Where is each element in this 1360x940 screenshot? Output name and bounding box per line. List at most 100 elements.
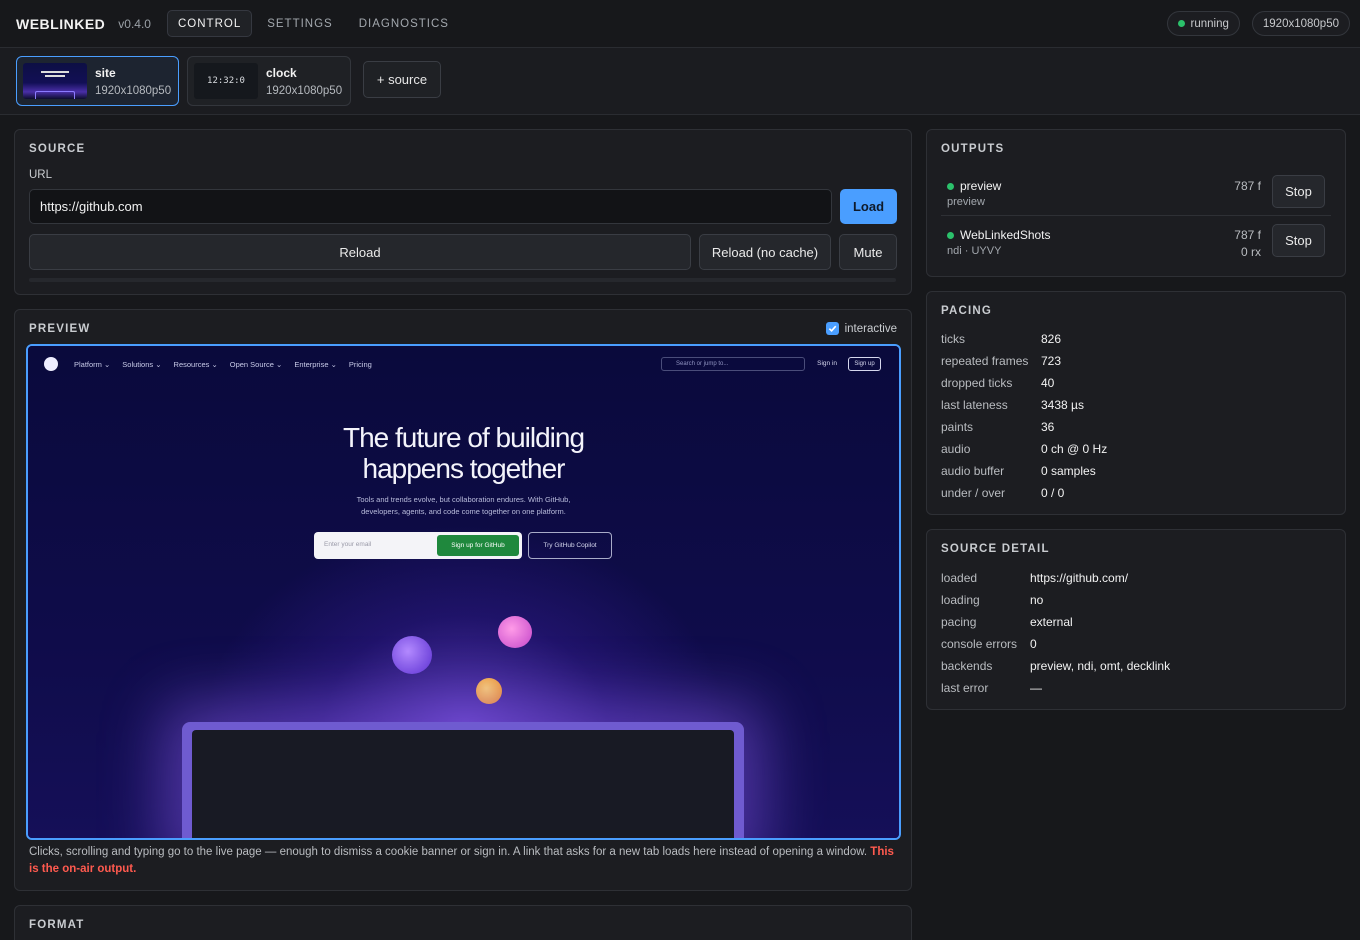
source-panel-title: SOURCE <box>29 143 86 155</box>
github-logo-icon[interactable] <box>44 357 58 371</box>
preview-note-text: Clicks, scrolling and typing go to the l… <box>29 846 868 858</box>
output-sub: ndi · UYVY <box>947 245 1002 257</box>
load-progress-bar <box>29 278 896 282</box>
source-detail-title: SOURCE DETAIL <box>941 543 1050 555</box>
output-frames: 787 f <box>1234 179 1261 193</box>
site-search-placeholder: Search or jump to... <box>676 361 729 367</box>
site-nav-item[interactable]: Open Source ⌄ <box>230 360 283 369</box>
reload-button[interactable]: Reload <box>29 234 691 270</box>
format-badge: 1920x1080p50 <box>1251 11 1350 36</box>
site-nav-item[interactable]: Enterprise ⌄ <box>294 360 337 369</box>
url-input[interactable]: https://github.com <box>29 189 832 224</box>
stat-value: 0 samples <box>1041 464 1096 478</box>
detail-key: loading <box>941 593 980 607</box>
status-dot-icon <box>1177 20 1185 27</box>
detail-value: 0 <box>1030 637 1037 651</box>
detail-value: no <box>1030 593 1044 607</box>
site-headline: The future of building happens together <box>28 422 899 484</box>
laptop-screen <box>192 730 734 838</box>
stat-value: 826 <box>1041 332 1062 346</box>
site-signup-github-button[interactable]: Sign up for GitHub <box>437 535 519 556</box>
stat-value: 0 ch @ 0 Hz <box>1041 442 1108 456</box>
live-preview-frame[interactable]: Platform ⌄ Solutions ⌄ Resources ⌄ Open … <box>26 344 901 840</box>
detail-value: preview, ndi, omt, decklink <box>1030 659 1171 673</box>
output-sub: preview <box>947 196 985 208</box>
site-search-input[interactable]: Search or jump to... <box>661 357 805 371</box>
clock-thumbnail: 12:32:0 <box>194 63 258 99</box>
pacing-panel-title: PACING <box>941 305 993 317</box>
reload-no-cache-button[interactable]: Reload (no cache) <box>699 234 831 270</box>
add-source-button[interactable]: + source <box>363 61 441 98</box>
source-strip: site 1920x1080p50 12:32:0 clock 1920x108… <box>0 48 1360 115</box>
stat-value: 36 <box>1041 420 1055 434</box>
laptop-illustration <box>182 722 744 838</box>
stat-value: 0 / 0 <box>1041 486 1065 500</box>
detail-value: — <box>1030 681 1042 695</box>
site-nav-item[interactable]: Solutions ⌄ <box>122 360 161 369</box>
mascot-duck-yellow-icon <box>476 678 502 704</box>
tab-control[interactable]: CONTROL <box>166 10 253 37</box>
stop-output-button[interactable]: Stop <box>1272 224 1325 257</box>
load-button[interactable]: Load <box>840 189 897 224</box>
output-name-text: preview <box>960 179 1002 193</box>
output-row: WebLinkedShots ndi · UYVY 787 f 0 rx Sto… <box>941 224 1331 270</box>
format-panel-title: FORMAT <box>29 919 85 931</box>
source-card-clock[interactable]: 12:32:0 clock 1920x1080p50 <box>187 56 351 106</box>
stat-value: 3438 µs <box>1041 398 1084 412</box>
site-copilot-button[interactable]: Try GitHub Copilot <box>528 532 612 559</box>
detail-key: pacing <box>941 615 977 629</box>
output-active-dot-icon <box>947 182 954 190</box>
stat-key: audio buffer <box>941 464 1005 478</box>
site-nav-item[interactable]: Pricing <box>349 360 372 369</box>
site-thumbnail <box>23 63 87 99</box>
output-rx: 0 rx <box>1240 245 1261 259</box>
output-frames: 787 f <box>1234 228 1261 242</box>
source-card-site[interactable]: site 1920x1080p50 <box>16 56 179 106</box>
output-active-dot-icon <box>947 231 954 239</box>
interactive-toggle[interactable]: interactive <box>825 322 897 335</box>
detail-key: backends <box>941 659 993 673</box>
stat-value: 723 <box>1041 354 1062 368</box>
site-nav-item[interactable]: Resources ⌄ <box>174 360 218 369</box>
site-signin-link[interactable]: Sign in <box>817 360 837 367</box>
pacing-panel: PACING ticks 826 repeated frames 723 dro… <box>926 291 1346 515</box>
site-signup-button[interactable]: Sign up <box>848 357 881 371</box>
tab-settings[interactable]: SETTINGS <box>256 10 344 37</box>
url-label: URL <box>29 169 53 181</box>
detail-key: last error <box>941 681 989 695</box>
detail-value: external <box>1030 615 1073 629</box>
stat-key: paints <box>941 420 974 434</box>
stat-key: under / over <box>941 486 1006 500</box>
preview-panel: PREVIEW interactive Platform ⌄ Solutions… <box>14 309 912 891</box>
stat-key: repeated frames <box>941 354 1029 368</box>
mascot-duck-pink-icon <box>498 616 532 648</box>
status-badge: running <box>1166 11 1240 36</box>
top-bar: WEBLINKED v0.4.0 CONTROL SETTINGS DIAGNO… <box>0 0 1360 48</box>
format-text: 1920x1080p50 <box>1262 17 1339 30</box>
site-email-field[interactable]: Enter your email Sign up for GitHub <box>314 532 522 559</box>
source-name: site <box>95 65 116 80</box>
source-panel: SOURCE URL https://github.com Load Reloa… <box>14 129 912 295</box>
source-format: 1920x1080p50 <box>266 84 343 97</box>
mascot-robot-icon <box>392 636 432 674</box>
detail-key: loaded <box>941 571 978 585</box>
stat-key: audio <box>941 442 971 456</box>
tab-diagnostics[interactable]: DIAGNOSTICS <box>348 10 460 37</box>
site-nav-item[interactable]: Platform ⌄ <box>74 360 110 369</box>
app-version: v0.4.0 <box>118 16 151 31</box>
github-homepage-render[interactable]: Platform ⌄ Solutions ⌄ Resources ⌄ Open … <box>28 346 899 838</box>
site-sub-line: Tools and trends evolve, but collaborati… <box>356 495 571 504</box>
output-name: preview <box>947 179 1001 193</box>
main-nav: CONTROL SETTINGS DIAGNOSTICS <box>166 10 460 37</box>
stop-output-button[interactable]: Stop <box>1272 175 1325 208</box>
site-email-placeholder: Enter your email <box>324 541 372 548</box>
output-name: WebLinkedShots <box>947 228 1051 242</box>
site-headline-line: happens together <box>362 453 566 484</box>
outputs-panel: OUTPUTS preview preview 787 f Stop WebLi… <box>926 129 1346 277</box>
checkbox-checked-icon[interactable] <box>825 322 839 335</box>
preview-panel-title: PREVIEW <box>29 323 91 335</box>
mute-button[interactable]: Mute <box>839 234 897 270</box>
interactive-label: interactive <box>844 322 897 335</box>
output-name-text: WebLinkedShots <box>960 228 1051 242</box>
source-format: 1920x1080p50 <box>95 84 172 97</box>
